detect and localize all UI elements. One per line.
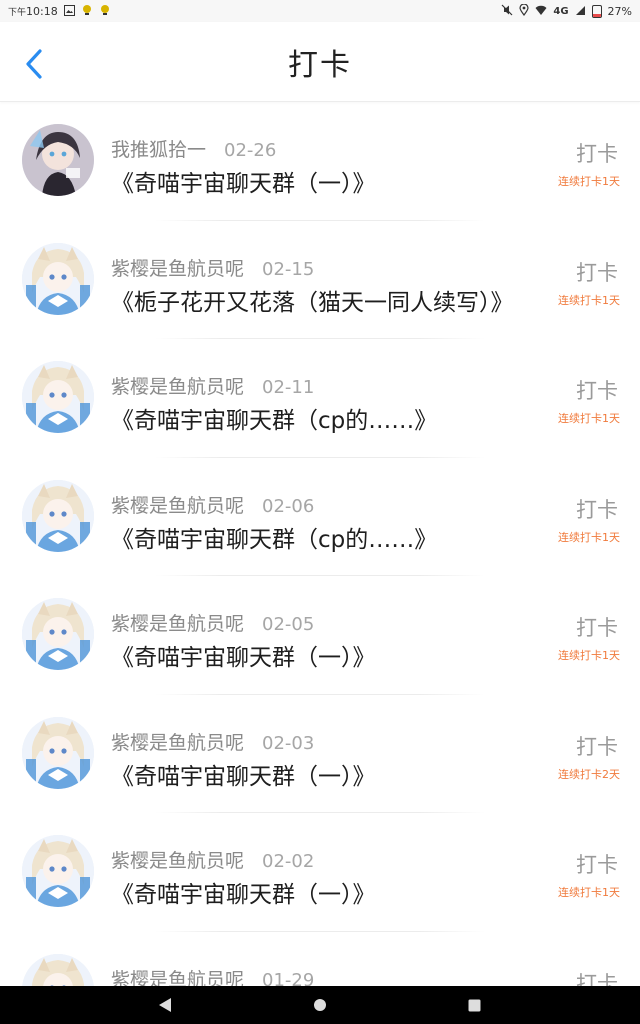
streak-label: 连续打卡1天 <box>558 649 620 662</box>
item-meta: 紫樱是鱼航员呢 01-29 <box>111 965 314 987</box>
item-meta: 紫樱是鱼航员呢 02-02 <box>111 846 314 873</box>
checkin-button[interactable]: 打卡 <box>548 138 618 168</box>
author-name[interactable]: 紫樱是鱼航员呢 <box>111 609 244 636</box>
status-bar: 下午 10:18 4G 27% <box>0 0 640 22</box>
streak-label: 连续打卡1天 <box>558 530 620 544</box>
checkin-button[interactable]: 打卡 <box>548 257 618 287</box>
item-meta: 紫樱是鱼航员呢 02-05 <box>111 609 314 636</box>
checkin-date: 02-15 <box>262 258 315 280</box>
checkin-date: 02-05 <box>262 614 315 635</box>
work-title[interactable]: 《奇喵宇宙聊天群（一）》 <box>111 875 376 909</box>
work-title[interactable]: 《奇喵宇宙聊天群（cp的……》 <box>111 401 437 435</box>
avatar[interactable] <box>22 716 94 789</box>
location-icon <box>519 3 529 18</box>
item-meta: 紫樱是鱼航员呢 02-11 <box>111 372 314 399</box>
item-meta: 紫樱是鱼航员呢 02-15 <box>111 254 314 281</box>
checkin-button[interactable]: 打卡 <box>548 375 618 405</box>
nav-recents-icon <box>468 999 480 1011</box>
checkin-list-item[interactable]: 紫樱是鱼航员呢 02-06 《奇喵宇宙聊天群（cp的……》 打卡连续打卡1天 <box>0 458 640 576</box>
wifi-icon <box>535 5 547 18</box>
checkin-button[interactable]: 打卡 <box>548 731 618 761</box>
checkin-button[interactable]: 打卡 <box>548 612 618 642</box>
item-meta: 紫樱是鱼航员呢 02-03 <box>111 728 314 755</box>
work-title[interactable]: 《奇喵宇宙聊天群（cp的……》 <box>111 520 437 554</box>
streak-label: 连续打卡1天 <box>558 412 620 425</box>
chevron-left-icon <box>26 49 42 79</box>
avatar[interactable] <box>22 124 94 196</box>
author-name[interactable]: 紫樱是鱼航员呢 <box>111 254 244 281</box>
checkin-date: 02-26 <box>224 140 277 161</box>
item-meta: 紫樱是鱼航员呢 02-06 <box>111 491 314 518</box>
author-name[interactable]: 紫樱是鱼航员呢 <box>111 965 244 987</box>
status-time: 10:18 <box>26 4 58 18</box>
signal-icon <box>575 5 586 18</box>
avatar[interactable] <box>22 361 94 433</box>
nav-home-icon <box>314 999 326 1011</box>
status-bar-right: 4G 27% <box>501 3 632 18</box>
streak-label: 连续打卡1天 <box>558 175 620 188</box>
streak-label: 连续打卡1天 <box>558 886 620 899</box>
author-name[interactable]: 我推狐拾一 <box>111 135 206 162</box>
author-name[interactable]: 紫樱是鱼航员呢 <box>111 728 244 755</box>
checkin-list-item[interactable]: 紫樱是鱼航员呢 01-29 打卡 <box>0 932 640 987</box>
streak-label: 连续打卡2天 <box>558 767 620 781</box>
avatar[interactable] <box>22 953 94 986</box>
nav-back-icon <box>159 998 171 1012</box>
system-nav-bar <box>0 986 640 1024</box>
work-title[interactable]: 《奇喵宇宙聊天群（一）》 <box>111 164 376 198</box>
checkin-list-item[interactable]: 紫樱是鱼航员呢 02-15 《栀子花开又花落（猫天一同人续写）》 打卡连续打卡1天 <box>0 221 640 339</box>
status-bar-left: 下午 10:18 <box>8 4 111 18</box>
author-name[interactable]: 紫樱是鱼航员呢 <box>111 846 244 873</box>
checkin-date: 01-29 <box>262 969 315 987</box>
back-button[interactable] <box>16 46 52 82</box>
checkin-button[interactable]: 打卡 <box>548 968 618 987</box>
checkin-list-item[interactable]: 我推狐拾一 02-26 《奇喵宇宙聊天群（一）》 打卡连续打卡1天 <box>0 102 640 221</box>
author-name[interactable]: 紫樱是鱼航员呢 <box>111 491 244 518</box>
work-title[interactable]: 《栀子花开又花落（猫天一同人续写）》 <box>111 283 514 317</box>
network-type: 4G <box>553 5 569 17</box>
avatar[interactable] <box>22 479 94 552</box>
checkin-list-item[interactable]: 紫樱是鱼航员呢 02-11 《奇喵宇宙聊天群（cp的……》 打卡连续打卡1天 <box>0 339 640 458</box>
mute-icon <box>501 4 513 18</box>
nav-back-button[interactable] <box>135 986 195 1024</box>
app-header: 打卡 <box>0 22 640 102</box>
checkin-date: 02-03 <box>262 732 315 754</box>
work-title[interactable]: 《奇喵宇宙聊天群（一）》 <box>111 638 376 672</box>
status-time-prefix: 下午 <box>8 7 27 18</box>
checkin-date: 02-06 <box>262 495 315 517</box>
battery-level-fill <box>592 13 601 17</box>
checkin-button[interactable]: 打卡 <box>548 494 618 524</box>
checkin-list: 我推狐拾一 02-26 《奇喵宇宙聊天群（一）》 打卡 连续打卡1天 紫樱是鱼航员呢 02-… <box>0 102 640 986</box>
avatar[interactable] <box>22 598 94 670</box>
author-name[interactable]: 紫樱是鱼航员呢 <box>111 372 244 399</box>
battery-icon <box>591 4 602 18</box>
app-notification-icon <box>81 4 93 18</box>
page-title: 打卡 <box>288 48 352 83</box>
streak-label: 连续打卡1天 <box>558 293 620 307</box>
nav-home-button[interactable] <box>290 986 350 1024</box>
checkin-date: 02-02 <box>262 851 315 872</box>
avatar[interactable] <box>22 835 94 907</box>
image-notification-icon <box>63 4 75 18</box>
checkin-list-item[interactable]: 紫樱是鱼航员呢 02-03 《奇喵宇宙聊天群（一）》 打卡连续打卡2天 <box>0 695 640 813</box>
battery-percent: 27% <box>607 4 632 18</box>
checkin-list-item[interactable]: 紫樱是鱼航员呢 02-05 《奇喵宇宙聊天群（一）》 打卡连续打卡1天 <box>0 576 640 695</box>
checkin-button[interactable]: 打卡 <box>548 849 618 879</box>
app-notification-icon-2 <box>99 4 111 18</box>
checkin-date: 02-11 <box>262 377 315 398</box>
item-meta: 我推狐拾一 02-26 <box>111 135 276 162</box>
checkin-list-item[interactable]: 紫樱是鱼航员呢 02-02 《奇喵宇宙聊天群（一）》 打卡连续打卡1天 <box>0 813 640 932</box>
nav-recents-button[interactable] <box>444 986 504 1024</box>
work-title[interactable]: 《奇喵宇宙聊天群（一）》 <box>111 757 376 791</box>
avatar[interactable] <box>22 242 94 315</box>
